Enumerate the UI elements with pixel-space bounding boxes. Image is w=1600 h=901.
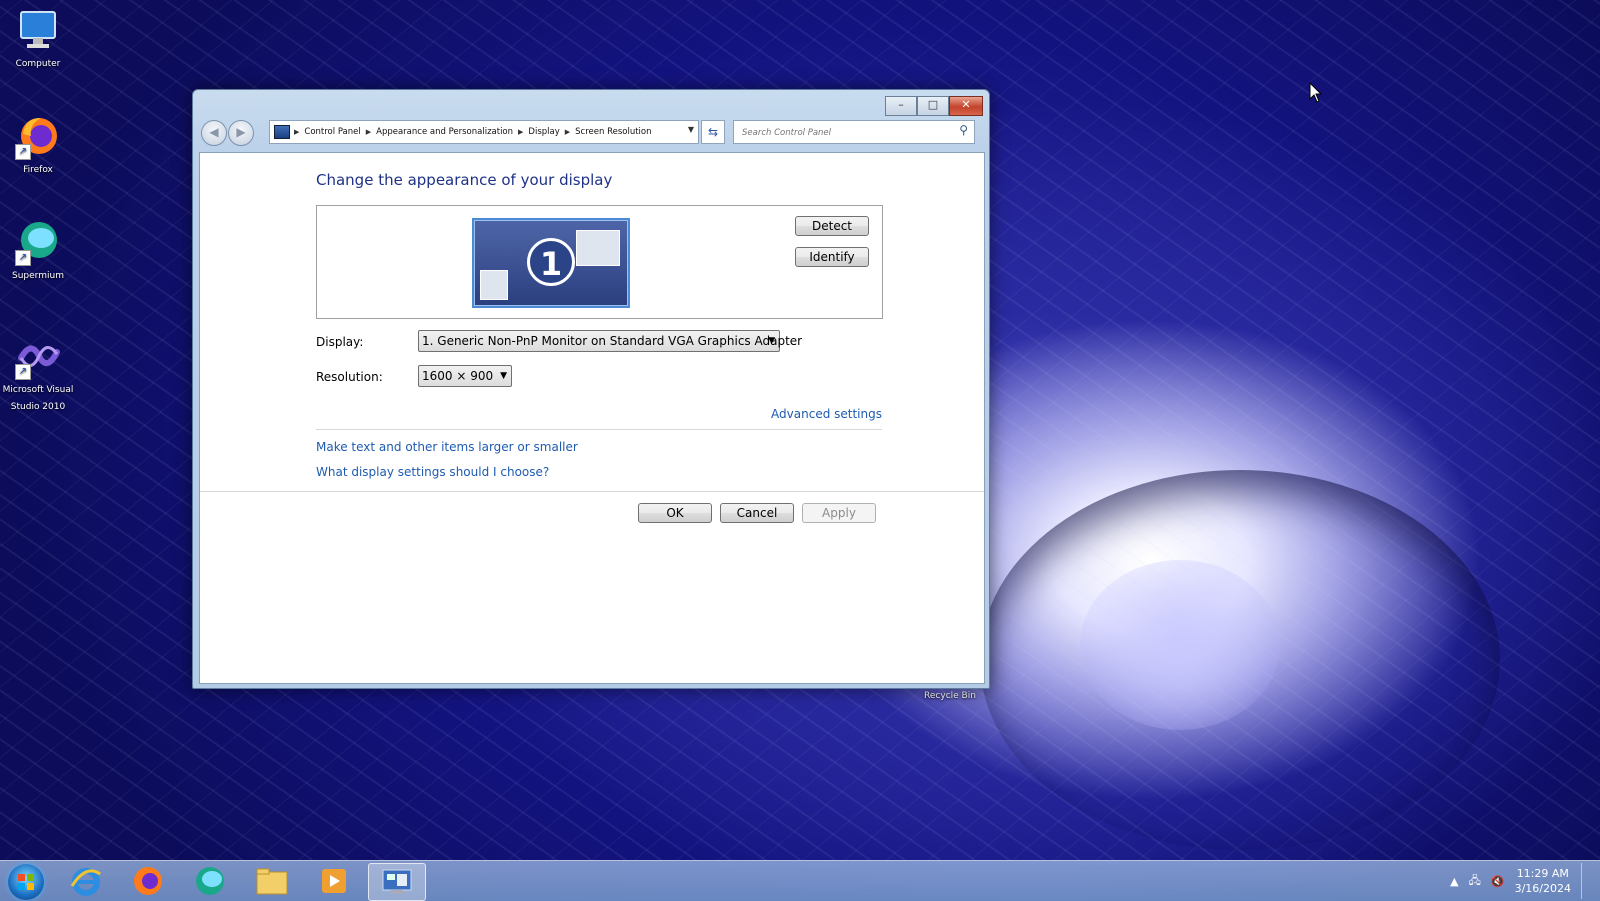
search-box: ⚲: [733, 120, 975, 144]
clock[interactable]: 11:29 AM 3/16/2024: [1515, 866, 1571, 896]
monitor-number: 1: [527, 238, 575, 286]
media-player-icon: [322, 869, 346, 893]
cancel-button[interactable]: Cancel: [720, 503, 794, 523]
shortcut-arrow-icon: ↗: [15, 144, 31, 160]
show-hidden-icons-icon[interactable]: ▲: [1450, 875, 1458, 888]
taskbar-file-explorer[interactable]: [244, 863, 300, 899]
window-thumbnail-icon: [576, 230, 620, 266]
internet-explorer-icon: [70, 868, 101, 896]
system-tray: ▲ 🖧 🔇 11:29 AM 3/16/2024: [1450, 863, 1592, 899]
control-panel-icon: [274, 125, 290, 139]
display-select-value: 1. Generic Non-PnP Monitor on Standard V…: [422, 334, 803, 348]
close-button[interactable]: ✕: [949, 96, 983, 116]
caption-buttons: – □ ✕: [885, 96, 983, 116]
supermium-icon: ↗: [15, 220, 61, 266]
monitor-arrangement-panel: 1 Detect Identify: [316, 205, 883, 319]
window-content: Change the appearance of your display 1 …: [199, 152, 985, 684]
breadcrumb-control-panel[interactable]: Control Panel: [299, 127, 365, 137]
divider: [316, 429, 882, 430]
clock-date: 3/16/2024: [1514, 882, 1571, 895]
firefox-icon: [134, 867, 162, 895]
show-desktop-button[interactable]: [1581, 863, 1592, 899]
desktop-icon-label: Firefox: [23, 165, 53, 175]
firefox-icon: ↗: [15, 114, 61, 160]
taskbar: ▲ 🖧 🔇 11:29 AM 3/16/2024: [0, 860, 1600, 901]
display-select[interactable]: 1. Generic Non-PnP Monitor on Standard V…: [418, 330, 802, 352]
advanced-settings-link[interactable]: Advanced settings: [771, 407, 882, 421]
monitor-1-tile[interactable]: 1: [472, 218, 630, 308]
taskbar-supermium[interactable]: [182, 863, 238, 899]
apply-button[interactable]: Apply: [802, 503, 876, 523]
mouse-cursor-icon: [1309, 82, 1323, 103]
control-panel-icon: [382, 869, 412, 894]
supermium-icon: [196, 867, 224, 895]
desktop-icon-label: Microsoft Visual Studio 2010: [2, 385, 74, 412]
screen-resolution-window: – □ ✕ ◀ ▶ ▶ Control Panel ▶ Appearance a…: [192, 89, 990, 689]
computer-icon: [15, 8, 61, 54]
taskbar-control-panel[interactable]: [368, 863, 426, 901]
back-button[interactable]: ◀: [201, 120, 227, 146]
breadcrumb-screen-resolution[interactable]: Screen Resolution: [570, 127, 656, 137]
chevron-down-icon: ▼: [500, 371, 507, 381]
ok-button[interactable]: OK: [638, 503, 712, 523]
address-dropdown-icon[interactable]: ▼: [688, 125, 694, 134]
volume-muted-icon[interactable]: 🔇: [1491, 875, 1505, 888]
page-title: Change the appearance of your display: [316, 171, 613, 189]
detect-button[interactable]: Detect: [795, 216, 869, 236]
forward-arrow-icon: ▶: [236, 125, 246, 139]
desktop-icon-label: Recycle Bin: [924, 691, 976, 701]
minimize-button[interactable]: –: [885, 96, 917, 116]
desktop-icon-computer[interactable]: Computer: [0, 8, 76, 73]
maximize-button[interactable]: □: [917, 96, 949, 116]
chevron-down-icon: ▼: [768, 336, 775, 346]
shortcut-arrow-icon: ↗: [15, 250, 31, 266]
network-icon[interactable]: 🖧: [1469, 872, 1481, 891]
search-input[interactable]: [740, 123, 944, 143]
shortcut-arrow-icon: ↗: [15, 364, 31, 380]
taskbar-media-player[interactable]: [306, 863, 362, 899]
divider: [200, 491, 984, 492]
breadcrumb-appearance[interactable]: Appearance and Personalization: [371, 127, 518, 137]
back-arrow-icon: ◀: [209, 125, 219, 139]
window-thumbnail-icon: [480, 270, 508, 300]
taskbar-internet-explorer[interactable]: [58, 863, 114, 899]
display-label: Display:: [316, 335, 364, 349]
navigation-bar: ◀ ▶ ▶ Control Panel ▶ Appearance and Per…: [201, 118, 981, 146]
desktop-icon-firefox[interactable]: ↗ Firefox: [0, 114, 76, 179]
address-bar[interactable]: ▶ Control Panel ▶ Appearance and Persona…: [269, 120, 699, 144]
resolution-label: Resolution:: [316, 370, 383, 384]
resolution-select-value: 1600 × 900: [422, 369, 494, 383]
resolution-select[interactable]: 1600 × 900 ▼: [418, 365, 512, 387]
folder-icon: [256, 868, 288, 895]
desktop-icon-supermium[interactable]: ↗ Supermium: [0, 220, 76, 285]
wallpaper-iris: [1080, 560, 1280, 730]
forward-button[interactable]: ▶: [228, 120, 254, 146]
breadcrumb-display[interactable]: Display: [523, 127, 564, 137]
desktop-icon-visual-studio[interactable]: ↗ Microsoft Visual Studio 2010: [0, 334, 76, 416]
taskbar-firefox[interactable]: [120, 863, 176, 899]
start-button[interactable]: [8, 864, 44, 900]
refresh-icon: ⇆: [707, 125, 719, 139]
desktop-icon-label: Computer: [15, 59, 61, 69]
identify-button[interactable]: Identify: [795, 247, 869, 267]
desktop-icon-label: Supermium: [12, 271, 64, 281]
search-icon[interactable]: ⚲: [959, 123, 968, 137]
visual-studio-icon: ↗: [15, 334, 61, 380]
display-help-link[interactable]: What display settings should I choose?: [316, 465, 549, 479]
refresh-button[interactable]: ⇆: [701, 120, 725, 144]
clock-time: 11:29 AM: [1516, 867, 1569, 880]
text-size-link[interactable]: Make text and other items larger or smal…: [316, 440, 578, 454]
